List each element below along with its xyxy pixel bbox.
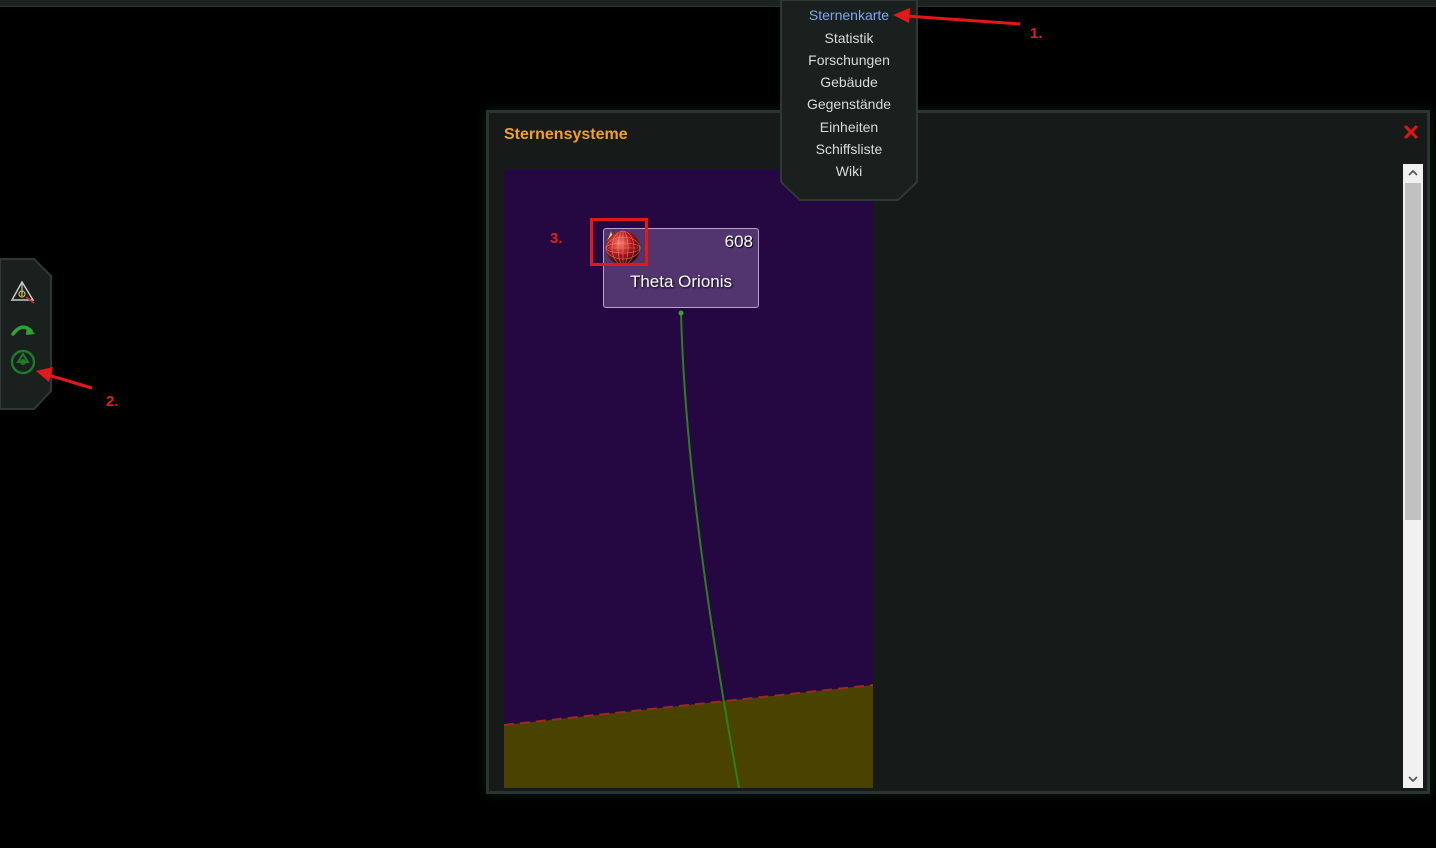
menu-item-gegenstaende[interactable]: Gegenstände bbox=[780, 96, 918, 112]
recycle-tool-button[interactable] bbox=[9, 348, 37, 376]
annotation-label-2: 2. bbox=[106, 393, 119, 410]
vertical-scrollbar[interactable] bbox=[1403, 164, 1423, 788]
route-node bbox=[678, 310, 684, 316]
tool-panel bbox=[0, 258, 52, 410]
scroll-down-button[interactable] bbox=[1403, 771, 1423, 788]
menu-item-wiki[interactable]: Wiki bbox=[780, 163, 918, 179]
compass-icon bbox=[10, 280, 35, 304]
chevron-up-icon bbox=[1408, 169, 1418, 176]
annotation-label-1: 1. bbox=[1030, 25, 1043, 42]
close-button[interactable] bbox=[1401, 122, 1421, 142]
menu-item-sternenkarte[interactable]: Sternenkarte bbox=[780, 7, 918, 23]
star-systems-dialog: Sternensysteme 608 Theta Orionis bbox=[486, 110, 1430, 794]
menu-item-schiffsliste[interactable]: Schiffsliste bbox=[780, 141, 918, 157]
menu-item-forschungen[interactable]: Forschungen bbox=[780, 52, 918, 68]
system-count: 608 bbox=[724, 232, 753, 251]
redo-arrow-icon bbox=[11, 325, 35, 336]
territory-area bbox=[504, 685, 873, 788]
compass-tool-button[interactable] bbox=[9, 278, 37, 306]
top-bar bbox=[0, 0, 1436, 7]
system-name[interactable]: Theta Orionis bbox=[604, 272, 758, 292]
scroll-up-button[interactable] bbox=[1403, 164, 1423, 181]
page: Sternensysteme 608 Theta Orionis Sternen… bbox=[0, 0, 1436, 848]
main-menu: Sternenkarte Statistik Forschungen Gebäu… bbox=[780, 0, 918, 201]
annotation-label-3: 3. bbox=[550, 230, 563, 247]
menu-item-statistik[interactable]: Statistik bbox=[780, 30, 918, 46]
recycle-icon bbox=[10, 349, 36, 375]
menu-item-gebaeude[interactable]: Gebäude bbox=[780, 74, 918, 90]
dialog-title: Sternensysteme bbox=[504, 126, 628, 143]
redo-tool-button[interactable] bbox=[9, 318, 37, 346]
annotation-highlight-box bbox=[590, 218, 648, 266]
chevron-down-icon bbox=[1408, 776, 1418, 783]
close-icon bbox=[1403, 124, 1419, 140]
star-map[interactable]: 608 Theta Orionis bbox=[504, 169, 873, 788]
menu-item-einheiten[interactable]: Einheiten bbox=[780, 119, 918, 135]
scroll-thumb[interactable] bbox=[1405, 183, 1421, 520]
